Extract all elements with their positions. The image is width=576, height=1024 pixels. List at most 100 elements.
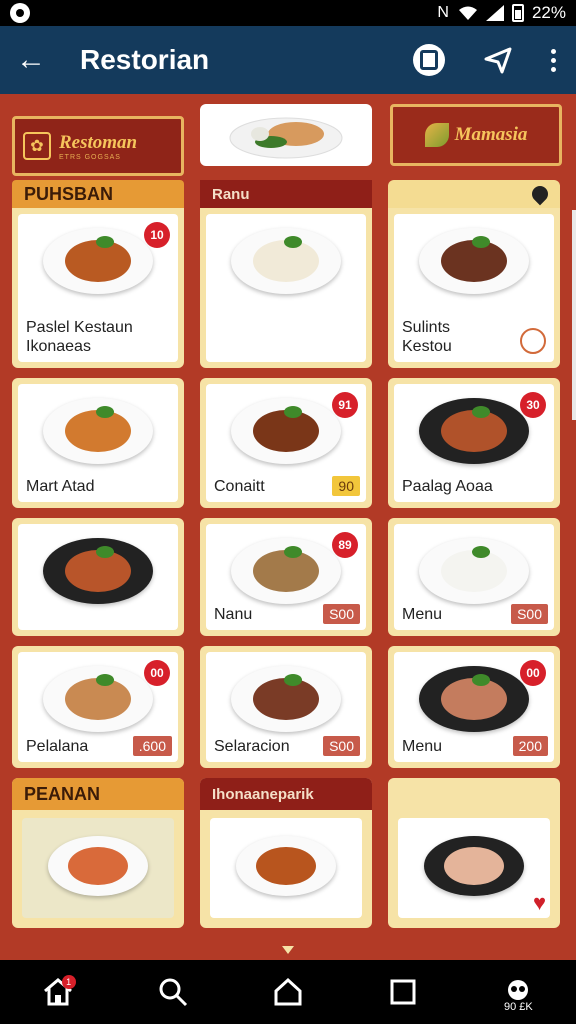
footer-plate-image bbox=[424, 836, 524, 896]
brand-subtitle: ETRS GOGSAS bbox=[59, 153, 121, 161]
garnish-image bbox=[283, 405, 302, 418]
dish-name: Menu bbox=[402, 605, 443, 623]
footer-header: Ihonaaneparik bbox=[200, 778, 372, 810]
android-home-icon bbox=[274, 977, 302, 1006]
price-tag: 200 bbox=[512, 736, 548, 756]
section-title: PUHSBAN bbox=[24, 183, 114, 204]
bag-icon[interactable] bbox=[413, 44, 445, 76]
garnish-image bbox=[471, 673, 490, 686]
scrollbar[interactable] bbox=[572, 210, 576, 420]
dish-name: Paslel Kestaun Ikonaeas bbox=[26, 319, 133, 355]
menu-card[interactable]: Nanu 89 S00 bbox=[200, 518, 372, 636]
footer-food-image bbox=[256, 846, 316, 886]
footer-section[interactable]: Ihonaaneparik bbox=[200, 778, 372, 928]
brand-banner-left[interactable]: ✿ Restoman ETRS GOGSAS bbox=[12, 116, 184, 176]
menu-card-body: Pelalana 00 .600 bbox=[18, 652, 178, 762]
nav-search[interactable] bbox=[143, 967, 203, 1017]
menu-card[interactable]: Selaracion S00 bbox=[200, 646, 372, 768]
back-arrow-icon[interactable]: ← bbox=[16, 45, 56, 75]
menu-card-body: Mart Atad bbox=[18, 384, 178, 502]
menu-card-body: Menu S00 bbox=[394, 524, 554, 630]
count-badge: 30 bbox=[520, 392, 546, 418]
dish-plate-image bbox=[43, 538, 153, 604]
dish-name: Nanu bbox=[214, 605, 253, 623]
dish-name: Selaracion bbox=[214, 737, 290, 755]
garnish-image bbox=[471, 405, 490, 418]
brand-name-right: Mamasia bbox=[454, 124, 528, 145]
nav-recents[interactable] bbox=[373, 967, 433, 1017]
garnish-image bbox=[95, 235, 114, 248]
top-banners: ✿ Restoman ETRS GOGSAS Mamasia bbox=[12, 104, 564, 176]
dish-plate-image bbox=[419, 666, 529, 732]
menu-card[interactable] bbox=[12, 518, 184, 636]
section-header[interactable] bbox=[388, 180, 560, 208]
section-header[interactable]: Ranu bbox=[200, 180, 372, 208]
notification-icon bbox=[10, 3, 30, 23]
bottom-navigation: 1 90 £K bbox=[0, 960, 576, 1024]
dish-name: Mart Atad bbox=[26, 477, 95, 495]
dish-plate-image bbox=[43, 398, 153, 464]
favorite-heart-icon[interactable]: ♥ bbox=[533, 890, 546, 916]
dish-plate-image bbox=[43, 666, 153, 732]
footer-plate-image bbox=[236, 836, 336, 896]
brand-banner-right[interactable]: Mamasia bbox=[390, 104, 562, 166]
nav-profile[interactable]: 90 £K bbox=[488, 967, 548, 1017]
footer-dish-image: ♥ bbox=[398, 818, 550, 918]
garnish-image bbox=[95, 545, 114, 558]
featured-dish-card[interactable] bbox=[200, 104, 372, 166]
home-badge: 1 bbox=[61, 975, 76, 989]
dish-name: Sulints Kestou bbox=[402, 319, 452, 355]
garnish-image bbox=[471, 545, 490, 558]
price-tag: S00 bbox=[511, 604, 548, 624]
garnish-image bbox=[95, 405, 114, 418]
more-options-icon[interactable] bbox=[551, 48, 556, 72]
garnish-image bbox=[283, 235, 302, 248]
brand-name-left: Restoman bbox=[59, 131, 138, 153]
footer-food-image bbox=[444, 846, 504, 886]
garnish-image bbox=[95, 673, 114, 686]
menu-grid: PUHSBAN Paslel Kestaun Ikonaeas 10 Mart Ata… bbox=[12, 180, 564, 928]
dish-plate-image bbox=[419, 228, 529, 294]
menu-card[interactable]: Paslel Kestaun Ikonaeas 10 bbox=[12, 208, 184, 368]
location-pin-icon[interactable] bbox=[528, 182, 552, 206]
section-header[interactable]: PUHSBAN bbox=[12, 180, 184, 208]
footer-plate-image bbox=[48, 836, 148, 896]
menu-card[interactable]: Pelalana 00 .600 bbox=[12, 646, 184, 768]
nav-home[interactable]: 1 bbox=[28, 967, 88, 1017]
count-badge: 10 bbox=[144, 222, 170, 248]
garnish-image bbox=[283, 545, 302, 558]
menu-card[interactable]: Paalag Aoaa 30 bbox=[388, 378, 560, 508]
price-tag: S00 bbox=[323, 604, 360, 624]
menu-card[interactable] bbox=[200, 208, 372, 368]
menu-card[interactable]: Sulints Kestou bbox=[388, 208, 560, 368]
footer-dish-image bbox=[22, 818, 174, 918]
section-group: Ranu bbox=[200, 180, 372, 368]
menu-card[interactable]: Menu S00 bbox=[388, 518, 560, 636]
dish-plate-image bbox=[43, 228, 153, 294]
nav-android-home[interactable] bbox=[258, 967, 318, 1017]
dish-name: Menu bbox=[402, 737, 443, 755]
menu-card[interactable]: Menu 00 200 bbox=[388, 646, 560, 768]
status-bar: N 22% bbox=[0, 0, 576, 26]
count-badge: 00 bbox=[144, 660, 170, 686]
garnish-image bbox=[283, 673, 302, 686]
footer-title: Ihonaaneparik bbox=[212, 785, 314, 803]
dish-name: Conaitt bbox=[214, 477, 265, 495]
pointer-notch bbox=[282, 946, 294, 954]
garnish-image bbox=[471, 235, 490, 248]
battery-percentage: 22% bbox=[531, 3, 566, 22]
menu-card-body: Sulints Kestou bbox=[394, 214, 554, 362]
menu-card-body bbox=[18, 524, 178, 630]
dish-plate-image bbox=[231, 398, 341, 464]
footer-section[interactable]: PEANAN bbox=[12, 778, 184, 928]
footer-section[interactable]: ♥ bbox=[388, 778, 560, 928]
search-icon bbox=[159, 978, 187, 1007]
menu-column: Ranu Conaitt 91 90 Nanu 89 S00 Selaracion S00 Iho… bbox=[200, 180, 372, 928]
chef-icon[interactable] bbox=[520, 328, 546, 354]
leaf-logo-icon bbox=[424, 123, 449, 147]
send-icon[interactable] bbox=[483, 45, 513, 75]
menu-card[interactable]: Conaitt 91 90 bbox=[200, 378, 372, 508]
count-badge: 91 bbox=[332, 392, 358, 418]
menu-card[interactable]: Mart Atad bbox=[12, 378, 184, 508]
menu-card-body: Menu 00 200 bbox=[394, 652, 554, 762]
